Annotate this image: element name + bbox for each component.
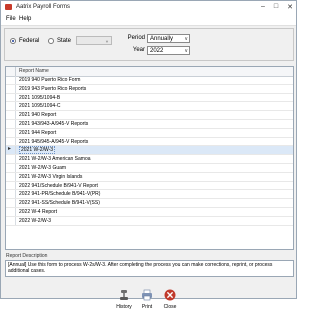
table-row[interactable]: 2021 1095/1094-B (6, 93, 293, 103)
print-label: Print (141, 304, 153, 310)
federal-option[interactable]: Federal (10, 36, 39, 46)
table-row[interactable]: 2021 W-2/W-3 Virgin Islands (6, 172, 293, 182)
report-name-cell: 2021 W-2/W-3 American Samoa (19, 156, 91, 163)
table-row[interactable]: 2022 W-4 Report (6, 207, 293, 217)
period-select[interactable]: Annually ∨ (147, 34, 190, 43)
report-name-cell: 2021 W-2/W-3 Virgin Islands (19, 173, 83, 180)
period-label: Period (127, 35, 145, 41)
title-bar: Aatrix Payroll Forms – □ ✕ (1, 1, 296, 14)
report-name-cell: 2021 W-2/W-3 Guam (19, 164, 67, 171)
state-radio[interactable] (48, 38, 54, 44)
table-row[interactable]: 2022 941/Schedule B/941-V Report (6, 181, 293, 191)
column-header-report-name[interactable]: Report Name (19, 68, 49, 74)
report-name-cell: 2021 1095/1094-C (19, 103, 61, 110)
row-indicator (6, 190, 16, 199)
row-indicator (6, 181, 16, 190)
report-name-cell: 2021 1095/1094-B (19, 94, 61, 101)
menu-file[interactable]: File (6, 16, 16, 22)
chevron-down-icon: ▼ (105, 39, 109, 44)
app-window: Aatrix Payroll Forms – □ ✕ File Help Fed… (0, 0, 297, 310)
row-indicator (6, 216, 16, 225)
state-option[interactable]: State (48, 36, 71, 46)
row-indicator (6, 199, 16, 207)
row-indicator (6, 155, 16, 163)
row-indicator (6, 145, 16, 155)
close-label: Close (163, 304, 177, 310)
row-indicator (6, 84, 16, 93)
table-row[interactable]: 2021 944 Report (6, 128, 293, 138)
history-icon (120, 290, 128, 300)
row-indicator (6, 111, 16, 119)
report-name-cell: 2022 941-PR/Schedule B/941-V(PR) (19, 191, 101, 198)
app-icon (5, 4, 12, 10)
report-name-cell: 2019 940 Puerto Rico Form (19, 77, 81, 83)
printer-icon (142, 289, 152, 301)
row-indicator (6, 102, 16, 111)
table-row[interactable]: 2022 941-PR/Schedule B/941-V(PR) (6, 190, 293, 200)
report-name-cell: 2022 941/Schedule B/941-V Report (19, 182, 98, 189)
table-row[interactable]: 2021 943/943-A/945-V Reports (6, 119, 293, 129)
year-label: Year (132, 47, 145, 53)
menu-bar: File Help (1, 14, 296, 26)
row-indicator (6, 128, 16, 137)
history-label: History (116, 304, 132, 310)
minimize-icon[interactable]: – (261, 3, 265, 11)
row-indicator (6, 137, 16, 146)
table-row[interactable]: 2021 W-2/W-3 Guam (6, 163, 293, 173)
grid-rows: 2019 940 Puerto Rico Form 2019 943 Puert… (6, 76, 293, 226)
year-select-value: 2022 (150, 48, 164, 54)
report-name-cell: 2021 940 Report (19, 112, 57, 119)
row-header-corner (6, 67, 16, 76)
report-grid[interactable]: Report Name 2019 940 Puerto Rico Form 20… (5, 66, 294, 250)
window-controls: – □ ✕ (261, 3, 293, 11)
table-row[interactable]: 2019 940 Puerto Rico Form (6, 76, 293, 85)
state-label: State (57, 38, 72, 44)
table-row[interactable]: 2021 945/945-A/945-V Reports (6, 137, 293, 147)
report-name-cell: 2022 941-SS/Schedule B/941-V(SS) (19, 200, 100, 207)
row-indicator (6, 93, 16, 102)
report-name-cell: 2022 W-2/W-3 (19, 217, 52, 224)
close-icon (164, 289, 176, 301)
menu-help[interactable]: Help (19, 16, 31, 22)
report-name-cell: 2021 W-2/W-3 (19, 146, 56, 155)
chevron-down-icon: ∨ (184, 48, 188, 54)
row-indicator (6, 207, 16, 216)
table-row[interactable]: 2021 940 Report (6, 111, 293, 120)
report-name-cell: 2021 943/943-A/945-V Reports (19, 120, 89, 127)
row-indicator (6, 163, 16, 172)
row-indicator (6, 172, 16, 181)
bottom-toolbar: History Print Close (1, 260, 296, 310)
close-window-icon[interactable]: ✕ (287, 3, 293, 11)
report-name-cell: 2021 945/945-A/945-V Reports (19, 138, 89, 145)
table-row[interactable]: 2022 941-SS/Schedule B/941-V(SS) (6, 199, 293, 208)
maximize-icon[interactable]: □ (274, 3, 278, 11)
window-title: Aatrix Payroll Forms (16, 4, 71, 10)
row-indicator (6, 119, 16, 128)
federal-label: Federal (19, 38, 40, 44)
period-select-value: Annually (150, 36, 174, 42)
report-parameters-panel: Federal State ▼ Period Annually ∨ Year 2… (4, 28, 294, 61)
federal-radio[interactable] (10, 38, 16, 44)
table-row-selected[interactable]: 2021 W-2/W-3 (6, 145, 293, 156)
table-row[interactable]: 2022 W-2/W-3 (6, 216, 293, 226)
row-indicator (6, 76, 16, 84)
report-description-label: Report Description (6, 253, 48, 259)
table-row[interactable]: 2021 W-2/W-3 American Samoa (6, 155, 293, 164)
table-row[interactable]: 2021 1095/1094-C (6, 102, 293, 112)
year-select[interactable]: 2022 ∨ (147, 46, 190, 55)
report-name-cell: 2019 943 Puerto Rico Reports (19, 85, 87, 92)
chevron-down-icon: ∨ (184, 36, 188, 42)
report-name-cell: 2022 W-4 Report (19, 208, 57, 215)
state-select: ▼ (76, 36, 112, 45)
table-row[interactable]: 2019 943 Puerto Rico Reports (6, 84, 293, 94)
report-name-cell: 2021 944 Report (19, 129, 57, 136)
